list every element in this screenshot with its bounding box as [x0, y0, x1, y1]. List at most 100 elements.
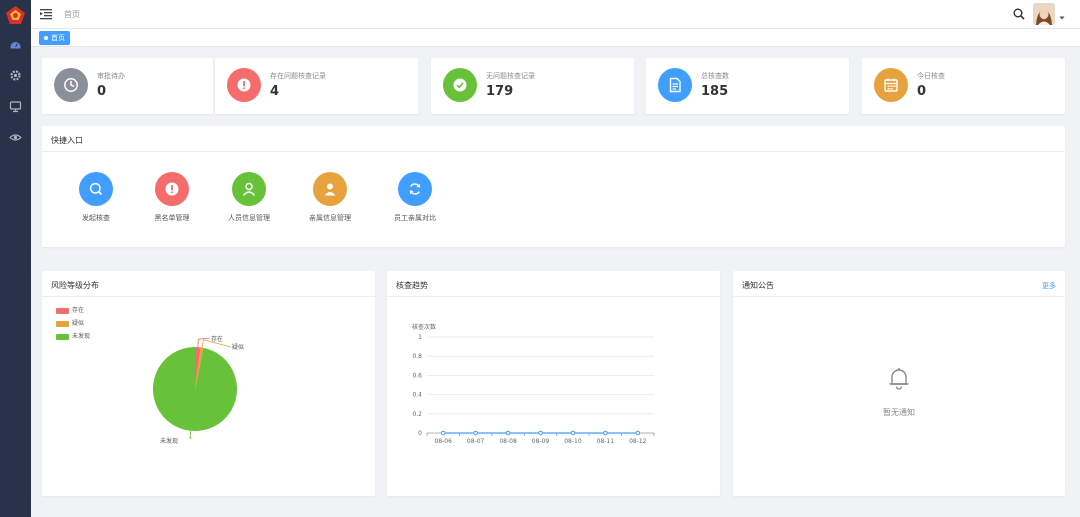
stat-card-issues[interactable]: 存在问题核查记录 4: [215, 58, 418, 114]
quick-relatives[interactable]: 亲属信息管理: [295, 172, 365, 228]
quick-label: 黑名单管理: [154, 214, 190, 222]
trend-panel: 核查趋势 核查次数 0 0.2 0.4 0.6 0.8 1 08-06 08-07 08-08 0…: [387, 271, 720, 496]
stat-label: 今日核查: [917, 72, 945, 80]
logo-icon: [6, 6, 25, 24]
data-point[interactable]: [538, 430, 543, 436]
alert-icon: [165, 182, 179, 196]
bell-icon: [889, 368, 909, 390]
search-icon: [89, 182, 103, 196]
pie-label-suspect: 疑似: [232, 344, 245, 351]
monitor-icon[interactable]: [9, 100, 22, 113]
data-point[interactable]: [505, 430, 511, 436]
topbar: 首页: [31, 0, 1080, 29]
quick-icon-circle: [232, 172, 266, 206]
quick-label: 人员信息管理: [228, 214, 270, 222]
quick-icon-circle: [313, 172, 347, 206]
stat-value: 185: [701, 84, 729, 99]
data-point[interactable]: [603, 430, 608, 436]
dashboard-icon[interactable]: [9, 38, 22, 51]
stat-card-pending[interactable]: 审批待办 0: [42, 58, 213, 114]
search-icon[interactable]: [1013, 8, 1025, 20]
stat-label: 审批待办: [97, 72, 125, 80]
avatar[interactable]: [1033, 3, 1055, 25]
pie-chart: [153, 337, 237, 439]
tab-bar: 首页: [31, 29, 1080, 47]
x-tick-label: 08-07: [467, 438, 485, 445]
stat-icon-circle: [658, 68, 692, 102]
breadcrumb[interactable]: 首页: [64, 9, 80, 20]
quick-icon-circle: [155, 172, 189, 206]
x-tick-label: 08-12: [629, 438, 647, 445]
pie-label-exist: 存在: [211, 336, 224, 343]
y-tick-label: 1: [418, 334, 422, 341]
eye-icon[interactable]: [9, 131, 22, 144]
stat-label: 存在问题核查记录: [270, 72, 326, 80]
quick-label: 员工亲属对比: [394, 214, 436, 222]
pie-slice[interactable]: [153, 347, 237, 431]
check-icon: [453, 78, 467, 92]
x-tick-label: 08-08: [499, 438, 517, 445]
refresh-icon: [409, 183, 421, 195]
stat-icon-circle: [874, 68, 908, 102]
clock-icon: [64, 78, 78, 92]
stat-value: 179: [486, 84, 514, 99]
alert-icon: [237, 78, 251, 92]
alert-dot: [171, 191, 173, 194]
user-icon: [242, 182, 256, 196]
panel-title: 快捷入口: [51, 136, 83, 145]
x-tick-label: 08-06: [434, 438, 452, 445]
quick-icon-circle: [398, 172, 432, 206]
divider: [733, 296, 1065, 297]
pie-label-none: 未发现: [160, 438, 179, 445]
y-tick-label: 0: [418, 430, 422, 437]
caret-down-icon[interactable]: [1059, 15, 1065, 21]
divider: [42, 151, 1065, 152]
x-tick-label: 08-11: [597, 438, 615, 445]
line-chart: 0 0.2 0.4 0.6 0.8 1 08-06 08-07 08-08 08-09 08-10 0…: [412, 334, 655, 445]
stat-label: 总核查数: [701, 72, 729, 80]
stat-value: 0: [917, 84, 927, 99]
risk-distribution-panel: 风险等级分布 存在 疑似 未发现 存在 疑似 未发现: [42, 271, 375, 496]
menu-fold-icon[interactable]: [40, 8, 52, 20]
stat-icon-circle: [227, 68, 261, 102]
empty-notice-text: 暂无通知: [883, 408, 915, 417]
quick-start-check[interactable]: 发起核查: [61, 172, 131, 228]
panel-title: 通知公告: [742, 281, 774, 290]
document-icon: [669, 77, 681, 93]
gear-icon[interactable]: [9, 69, 22, 82]
stat-card-no-issues[interactable]: 无问题核查记录 179: [431, 58, 634, 114]
active-dot-icon: [44, 36, 48, 40]
calendar-icon: [884, 78, 898, 92]
stat-icon-circle: [443, 68, 477, 102]
alert-mark: [243, 81, 245, 87]
stat-value: 0: [97, 84, 107, 99]
tab-home[interactable]: 首页: [39, 31, 70, 45]
y-tick-label: 0.6: [412, 372, 422, 379]
data-point[interactable]: [440, 430, 446, 436]
sidebar: [0, 0, 31, 517]
quick-personnel[interactable]: 人员信息管理: [214, 172, 284, 228]
more-link[interactable]: 更多: [1042, 281, 1056, 291]
stat-card-today[interactable]: 今日核查 0: [862, 58, 1065, 114]
quick-label: 亲属信息管理: [309, 214, 351, 222]
data-point[interactable]: [570, 430, 576, 436]
y-tick-label: 0.2: [412, 411, 422, 418]
user-filled-icon: [324, 183, 336, 196]
y-tick-label: 0.4: [412, 392, 422, 399]
quick-compare[interactable]: 员工亲属对比: [380, 172, 450, 228]
data-point[interactable]: [473, 430, 478, 436]
x-tick-label: 08-09: [532, 438, 550, 445]
stat-value: 4: [270, 84, 280, 99]
stat-icon-circle: [54, 68, 88, 102]
x-tick-label: 08-10: [564, 438, 582, 445]
pie-leader-line: [189, 430, 192, 439]
data-point[interactable]: [635, 430, 641, 436]
notice-panel: 通知公告 更多 暂无通知: [733, 271, 1065, 496]
main-area: 首页 首页 审批待办 0 存在问题核查记录 4 无问题核查记录 179 总核查数…: [31, 0, 1080, 517]
alert-dot: [243, 87, 245, 90]
stat-card-total[interactable]: 总核查数 185: [646, 58, 849, 114]
quick-access-panel: 快捷入口 发起核查 黑名单管理 人员信息管理 亲属信息管理 员工亲属对比: [42, 126, 1065, 247]
tab-home-label: 首页: [51, 34, 65, 42]
quick-blacklist[interactable]: 黑名单管理: [137, 172, 207, 228]
quick-icon-circle: [79, 172, 113, 206]
